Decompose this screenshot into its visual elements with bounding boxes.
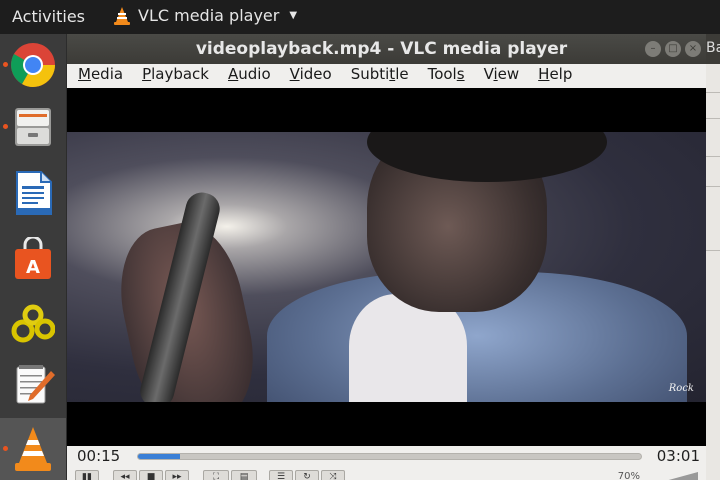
dock-item-chrome[interactable]	[0, 34, 66, 96]
extended-settings-button[interactable]: ▤	[231, 470, 257, 480]
chrome-icon	[11, 43, 55, 87]
previous-button[interactable]: ◂◂	[113, 470, 137, 480]
menu-tools[interactable]: Tools	[417, 64, 473, 88]
menu-view[interactable]: View	[473, 64, 528, 88]
playlist-button[interactable]: ☰	[269, 470, 293, 480]
total-time: 03:01	[656, 447, 700, 465]
close-button[interactable]: ×	[685, 41, 701, 57]
background-window-title: Ba	[706, 34, 720, 64]
next-button[interactable]: ▸▸	[165, 470, 189, 480]
volume-slider[interactable]	[654, 472, 698, 480]
divider	[706, 92, 720, 93]
playback-controls: ▮▮ ◂◂ ■ ▸▸ ⛶ ▤ ☰ ↻ ⤨ 70%	[67, 468, 706, 480]
menu-subtitle[interactable]: Subtitle	[340, 64, 417, 88]
window-titlebar[interactable]: videoplayback.mp4 - VLC media player – □…	[67, 34, 706, 64]
dock-item-software[interactable]: A	[0, 228, 66, 290]
app-menu[interactable]: VLC media player ▼	[114, 6, 297, 25]
loop-button[interactable]: ↻	[295, 470, 319, 480]
divider	[706, 186, 720, 187]
top-bar: Activities VLC media player ▼	[0, 0, 720, 34]
seek-bar[interactable]	[137, 453, 642, 460]
notepad-pencil-icon	[16, 365, 55, 404]
divider	[706, 250, 720, 251]
dock-item-writer[interactable]	[0, 162, 66, 224]
menu-bar: Media Playback Audio Video Subtitle Tool…	[67, 64, 706, 88]
app-menu-label: VLC media player	[138, 6, 280, 25]
divider	[706, 118, 720, 119]
vlc-window: videoplayback.mp4 - VLC media player – □…	[67, 34, 706, 480]
volume-label: 70%	[617, 471, 640, 480]
play-pause-button[interactable]: ▮▮	[75, 470, 99, 480]
gears-icon	[11, 304, 55, 343]
minimize-button[interactable]: –	[645, 41, 661, 57]
vlc-cone-icon	[114, 6, 130, 25]
stop-button[interactable]: ■	[139, 470, 163, 480]
menu-video[interactable]: Video	[279, 64, 340, 88]
divider	[706, 156, 720, 157]
running-indicator	[3, 446, 8, 451]
maximize-button[interactable]: □	[665, 41, 681, 57]
running-indicator	[3, 124, 8, 129]
video-watermark: Rock	[668, 383, 694, 394]
elapsed-time: 00:15	[77, 447, 121, 465]
menu-help[interactable]: Help	[527, 64, 580, 88]
activities-button[interactable]: Activities	[12, 7, 85, 26]
background-window[interactable]: Ba	[706, 34, 720, 480]
dock: A	[0, 34, 66, 480]
shopping-bag-icon: A	[15, 237, 51, 279]
writer-document-icon	[16, 171, 52, 215]
shuffle-button[interactable]: ⤨	[321, 470, 345, 480]
video-area[interactable]: Rock	[67, 88, 706, 446]
dock-item-settings[interactable]	[0, 292, 66, 354]
dock-item-vlc[interactable]	[0, 418, 66, 480]
file-cabinet-icon	[15, 108, 51, 146]
menu-media[interactable]: Media	[67, 64, 131, 88]
fullscreen-button[interactable]: ⛶	[203, 470, 229, 480]
seek-bar-fill	[138, 454, 180, 459]
window-title: videoplayback.mp4 - VLC media player	[195, 39, 568, 59]
dock-item-files[interactable]	[0, 96, 66, 158]
dock-item-text-editor[interactable]	[0, 354, 66, 416]
running-indicator	[3, 62, 8, 67]
menu-audio[interactable]: Audio	[217, 64, 279, 88]
chevron-down-icon: ▼	[289, 10, 298, 21]
menu-playback[interactable]: Playback	[131, 64, 217, 88]
svg-text:A: A	[26, 257, 40, 278]
video-frame: Rock	[67, 132, 706, 402]
timeline: 00:15 03:01	[67, 446, 706, 468]
vlc-cone-icon	[15, 427, 51, 471]
